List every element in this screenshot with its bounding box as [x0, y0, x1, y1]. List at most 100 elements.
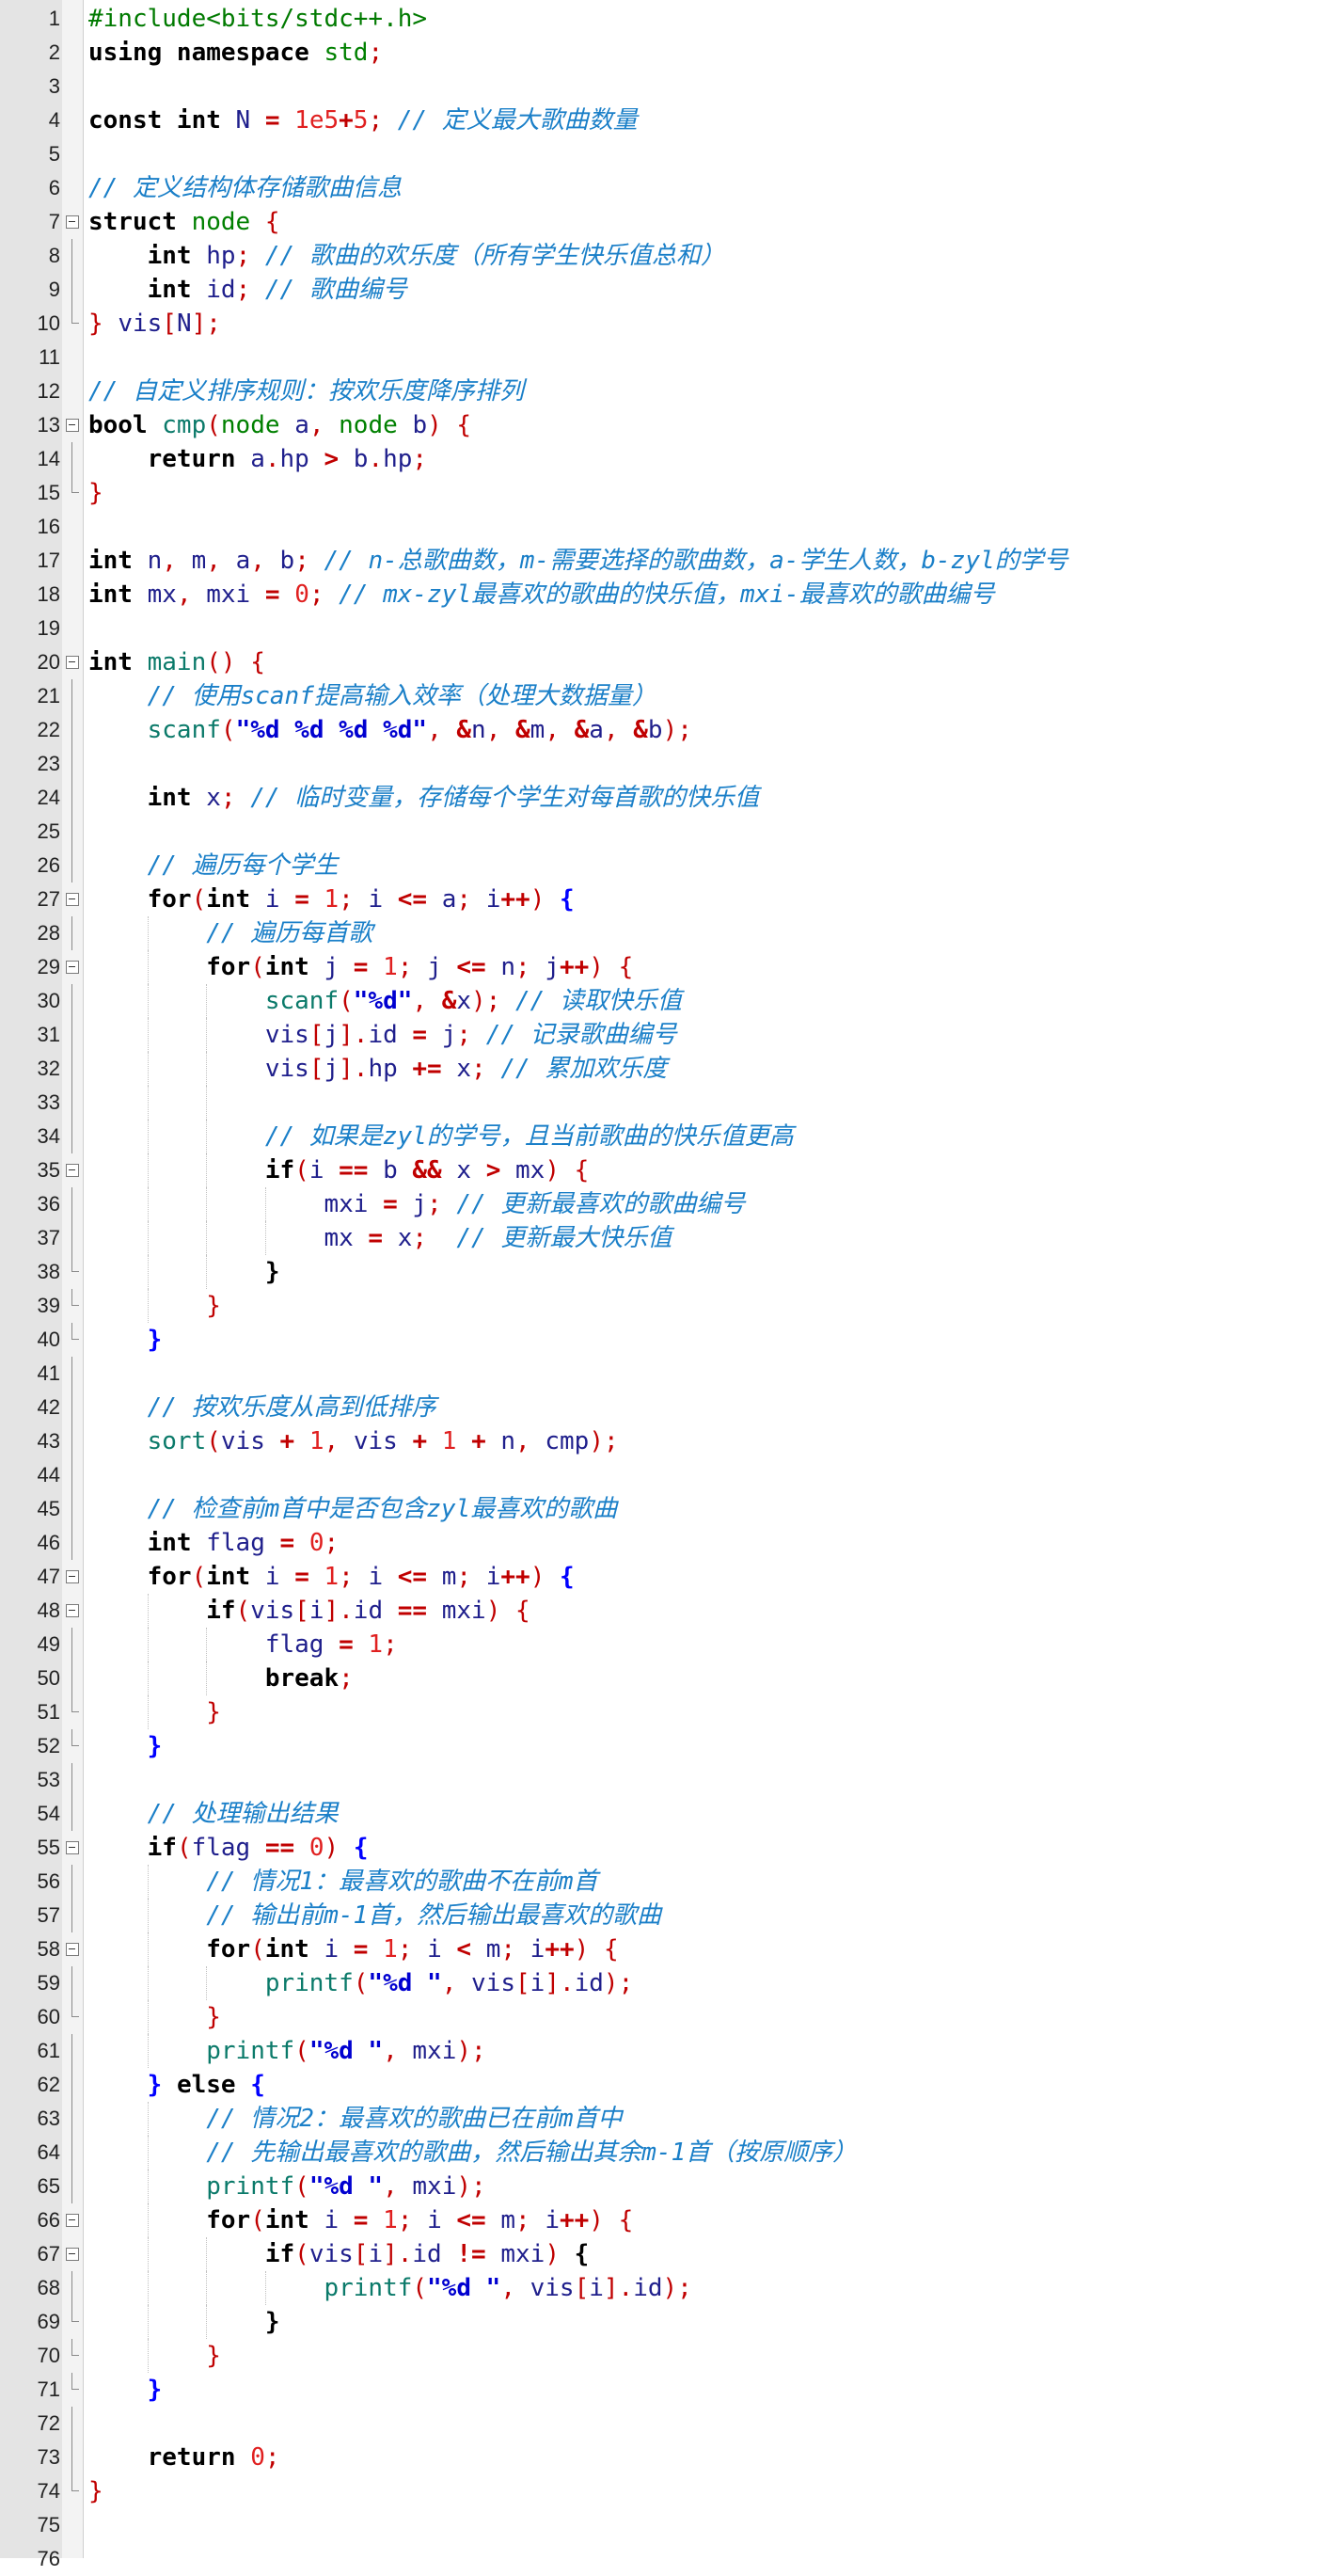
code-text[interactable]: int hp; // 歌曲的欢乐度（所有学生快乐值总和）	[88, 239, 725, 273]
code-line[interactable]: 44	[0, 1458, 1328, 1492]
code-text[interactable]: }	[88, 2339, 221, 2373]
code-line[interactable]: 39 }	[0, 1289, 1328, 1323]
code-line[interactable]: 45 // 检查前m首中是否包含zyl最喜欢的歌曲	[0, 1492, 1328, 1526]
code-line[interactable]: 50 break;	[0, 1662, 1328, 1695]
code-text[interactable]: // 输出前m-1首，然后输出最喜欢的歌曲	[88, 1899, 661, 1932]
code-line[interactable]: 8 int hp; // 歌曲的欢乐度（所有学生快乐值总和）	[0, 239, 1328, 273]
code-editor[interactable]: 1 #include<bits/stdc++.h> 2 using namespace…	[0, 0, 1328, 2570]
code-text[interactable]: }	[88, 2474, 103, 2508]
code-line[interactable]: 75	[0, 2508, 1328, 2542]
code-line[interactable]: 60 }	[0, 2000, 1328, 2034]
code-text[interactable]: if(flag == 0) {	[88, 1831, 369, 1865]
code-text[interactable]: scanf("%d %d %d %d", &n, &m, &a, &b);	[88, 713, 692, 747]
code-line[interactable]: 17 int n, m, a, b; // n-总歌曲数，m-需要选择的歌曲数，a…	[0, 544, 1328, 578]
code-text[interactable]: }	[88, 2373, 163, 2407]
code-line[interactable]: 15}	[0, 476, 1328, 510]
code-line[interactable]: 53	[0, 1763, 1328, 1797]
code-line[interactable]: 61 printf("%d ", mxi);	[0, 2034, 1328, 2068]
code-text[interactable]: const int N = 1e5+5; // 定义最大歌曲数量	[88, 103, 638, 137]
code-text[interactable]: for(int j = 1; j <= n; j++) {	[88, 950, 633, 984]
code-line[interactable]: 66 for(int i = 1; i <= m; i++) {	[0, 2203, 1328, 2237]
code-text[interactable]: scanf("%d", &x); // 读取快乐值	[88, 984, 682, 1018]
code-line[interactable]: 72	[0, 2407, 1328, 2441]
code-text[interactable]: }	[88, 2305, 280, 2339]
code-line[interactable]: 46 int flag = 0;	[0, 1526, 1328, 1560]
code-line[interactable]: 21 // 使用scanf提高输入效率（处理大数据量）	[0, 679, 1328, 713]
code-text[interactable]: mxi = j; // 更新最喜欢的歌曲编号	[88, 1187, 745, 1221]
code-text[interactable]: }	[88, 1695, 221, 1729]
fold-toggle-icon[interactable]	[64, 1153, 81, 1187]
fold-toggle-icon[interactable]	[64, 1560, 81, 1594]
code-text[interactable]: sort(vis + 1, vis + 1 + n, cmp);	[88, 1424, 619, 1458]
code-line[interactable]: 51 }	[0, 1695, 1328, 1729]
code-text[interactable]: return a.hp > b.hp;	[88, 442, 427, 476]
code-line[interactable]: 29 for(int j = 1; j <= n; j++) {	[0, 950, 1328, 984]
code-line[interactable]: 48 if(vis[i].id == mxi) {	[0, 1594, 1328, 1628]
code-text[interactable]: printf("%d ", mxi);	[88, 2034, 485, 2068]
code-text[interactable]: }	[88, 1255, 280, 1289]
code-text[interactable]: break;	[88, 1662, 354, 1695]
code-line[interactable]: 55 if(flag == 0) {	[0, 1831, 1328, 1865]
code-line[interactable]: 28 // 遍历每首歌	[0, 916, 1328, 950]
code-text[interactable]: int x; // 临时变量，存储每个学生对每首歌的快乐值	[88, 781, 760, 815]
fold-toggle-icon[interactable]	[64, 645, 81, 679]
code-text[interactable]: int n, m, a, b; // n-总歌曲数，m-需要选择的歌曲数，a-学…	[88, 544, 1068, 578]
fold-toggle-icon[interactable]	[64, 408, 81, 442]
code-line[interactable]: 49 flag = 1;	[0, 1628, 1328, 1662]
code-text[interactable]: } vis[N];	[88, 307, 221, 341]
code-line[interactable]: 47 for(int i = 1; i <= m; i++) {	[0, 1560, 1328, 1594]
code-line[interactable]: 64 // 先输出最喜欢的歌曲，然后输出其余m-1首（按原顺序）	[0, 2136, 1328, 2170]
code-line[interactable]: 58 for(int i = 1; i < m; i++) {	[0, 1932, 1328, 1966]
fold-toggle-icon[interactable]	[64, 883, 81, 916]
code-line[interactable]: 20 int main() {	[0, 645, 1328, 679]
code-line[interactable]: 13 bool cmp(node a, node b) {	[0, 408, 1328, 442]
code-line[interactable]: 18 int mx, mxi = 0; // mx-zyl最喜欢的歌曲的快乐值，m…	[0, 578, 1328, 612]
code-line[interactable]: 40 }	[0, 1323, 1328, 1357]
code-text[interactable]: int main() {	[88, 645, 265, 679]
code-text[interactable]: }	[88, 1323, 163, 1357]
code-text[interactable]: // 按欢乐度从高到低排序	[88, 1391, 436, 1424]
code-line[interactable]: 16	[0, 510, 1328, 544]
code-line[interactable]: 4 const int N = 1e5+5; // 定义最大歌曲数量	[0, 103, 1328, 137]
code-text[interactable]: int mx, mxi = 0; // mx-zyl最喜欢的歌曲的快乐值，mxi…	[88, 578, 995, 612]
code-line[interactable]: 68 printf("%d ", vis[i].id);	[0, 2271, 1328, 2305]
code-line[interactable]: 37 mx = x; // 更新最大快乐值	[0, 1221, 1328, 1255]
code-line[interactable]: 67 if(vis[i].id != mxi) {	[0, 2237, 1328, 2271]
code-line[interactable]: 62 } else {	[0, 2068, 1328, 2102]
code-line[interactable]: 10} vis[N];	[0, 307, 1328, 341]
code-text[interactable]: printf("%d ", mxi);	[88, 2170, 485, 2203]
code-text[interactable]: // 检查前m首中是否包含zyl最喜欢的歌曲	[88, 1492, 618, 1526]
code-line[interactable]: 25	[0, 815, 1328, 849]
code-text[interactable]: int id; // 歌曲编号	[88, 273, 407, 307]
code-line[interactable]: 27 for(int i = 1; i <= a; i++) {	[0, 883, 1328, 916]
code-text[interactable]: }	[88, 2000, 221, 2034]
code-text[interactable]: for(int i = 1; i <= a; i++) {	[88, 883, 575, 916]
code-line[interactable]: 11	[0, 341, 1328, 374]
code-line[interactable]: 7 struct node {	[0, 205, 1328, 239]
code-text[interactable]: // 情况2：最喜欢的歌曲已在前m首中	[88, 2102, 622, 2136]
code-text[interactable]: // 情况1：最喜欢的歌曲不在前m首	[88, 1865, 597, 1899]
code-text[interactable]: if(vis[i].id == mxi) {	[88, 1594, 530, 1628]
code-line[interactable]: 5	[0, 137, 1328, 171]
code-line[interactable]: 9 int id; // 歌曲编号	[0, 273, 1328, 307]
code-line[interactable]: 71 }	[0, 2373, 1328, 2407]
code-text[interactable]: flag = 1;	[88, 1628, 398, 1662]
code-line[interactable]: 34 // 如果是zyl的学号，且当前歌曲的快乐值更高	[0, 1120, 1328, 1153]
code-text[interactable]: // 定义结构体存储歌曲信息	[88, 171, 402, 205]
code-line[interactable]: 54 // 处理输出结果	[0, 1797, 1328, 1831]
code-text[interactable]: printf("%d ", vis[i].id);	[88, 2271, 691, 2305]
code-line[interactable]: 38 }	[0, 1255, 1328, 1289]
code-text[interactable]: }	[88, 476, 103, 510]
code-text[interactable]: } else {	[88, 2068, 265, 2102]
code-text[interactable]: for(int i = 1; i < m; i++) {	[88, 1932, 618, 1966]
code-line[interactable]: 65 printf("%d ", mxi);	[0, 2170, 1328, 2203]
code-text[interactable]: printf("%d ", vis[i].id);	[88, 1966, 633, 2000]
code-text[interactable]: // 遍历每个学生	[88, 849, 339, 883]
code-text[interactable]: for(int i = 1; i <= m; i++) {	[88, 2203, 633, 2237]
code-text[interactable]: // 处理输出结果	[88, 1797, 339, 1831]
fold-toggle-icon[interactable]	[64, 1594, 81, 1628]
code-line[interactable]: 63 // 情况2：最喜欢的歌曲已在前m首中	[0, 2102, 1328, 2136]
fold-toggle-icon[interactable]	[64, 2203, 81, 2237]
code-text[interactable]: if(i == b && x > mx) {	[88, 1153, 589, 1187]
code-line[interactable]: 43 sort(vis + 1, vis + 1 + n, cmp);	[0, 1424, 1328, 1458]
